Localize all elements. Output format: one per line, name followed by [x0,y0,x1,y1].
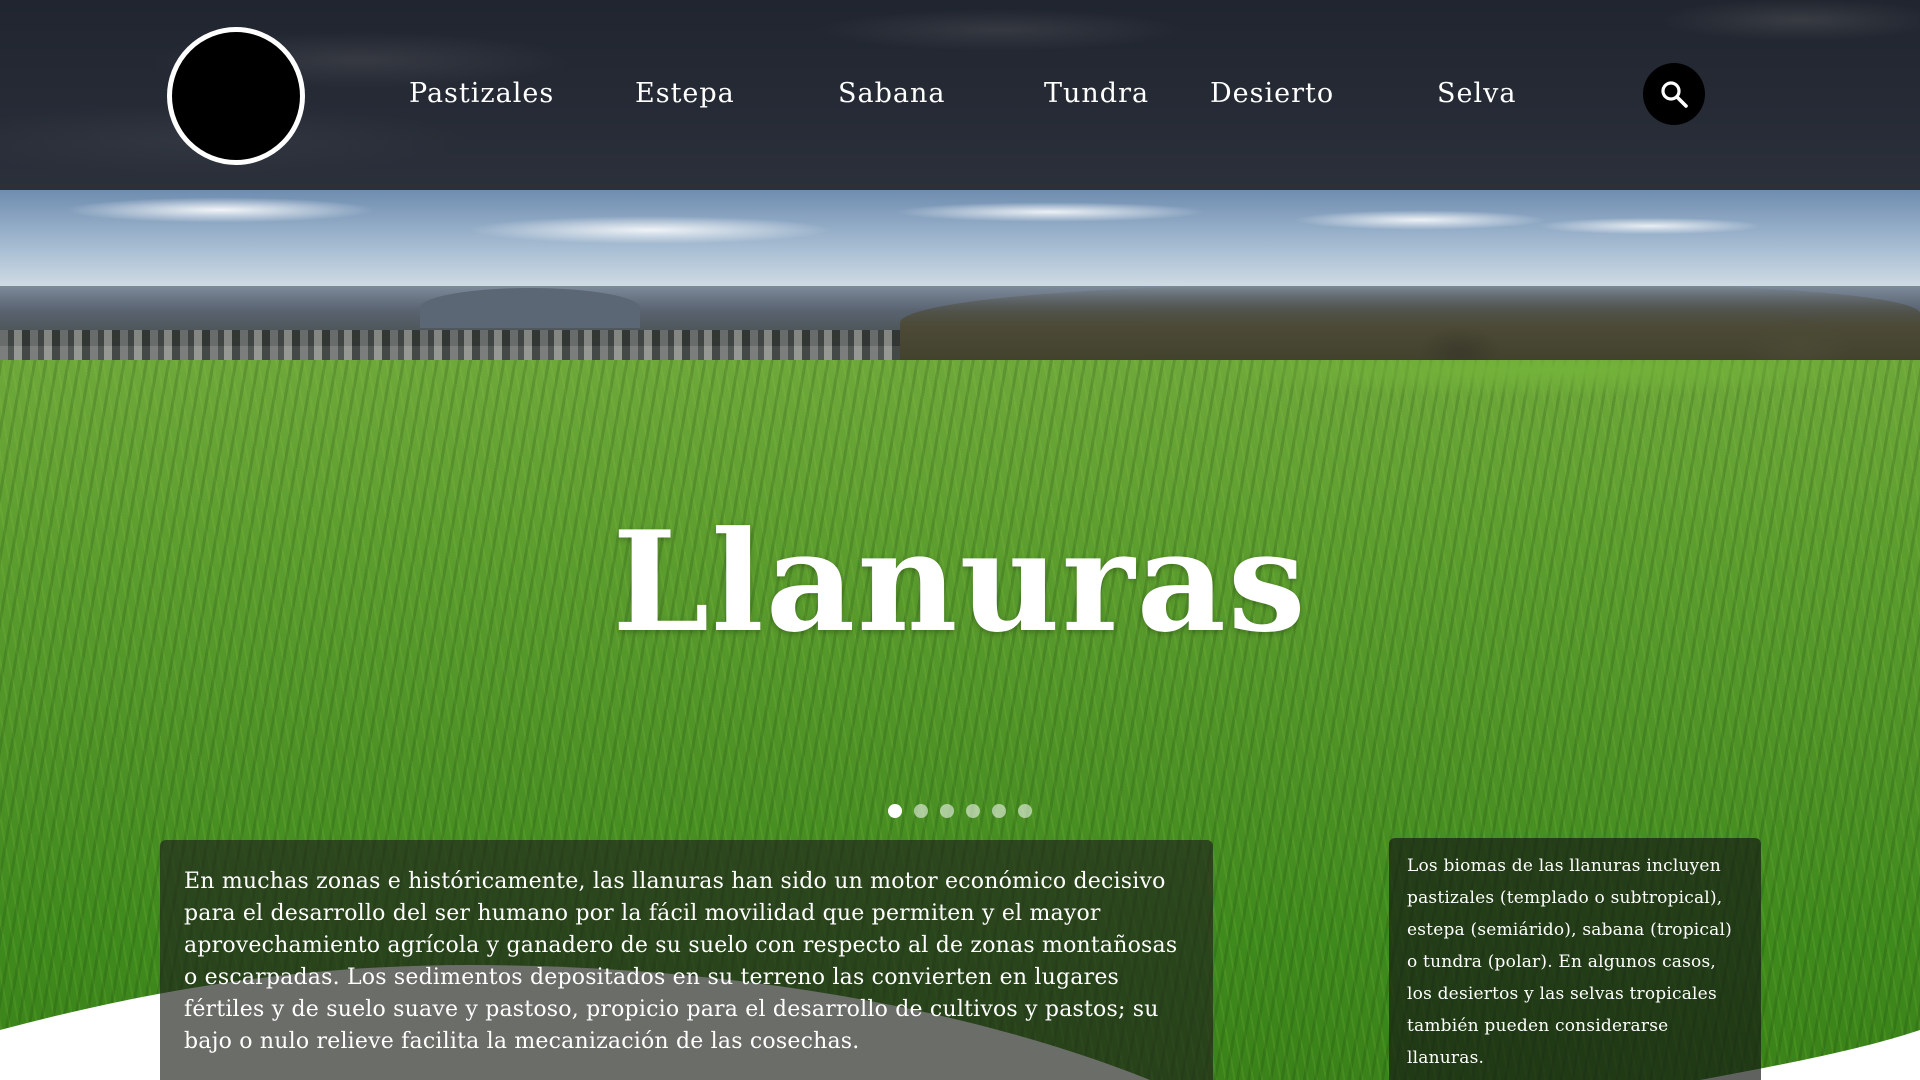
nav-item-selva[interactable]: Selva [1437,74,1516,114]
search-button[interactable] [1643,63,1705,125]
site-header: Pastizales Estepa Sabana Tundra Desierto… [0,0,1920,190]
info-panel-left: En muchas zonas e históricamente, las ll… [160,840,1213,1080]
page: Pastizales Estepa Sabana Tundra Desierto… [0,0,1920,1080]
info-panel-right: Los biomas de las llanuras incluyen past… [1389,838,1761,1080]
nav-item-pastizales[interactable]: Pastizales [409,74,554,114]
nav-item-tundra[interactable]: Tundra [1044,74,1149,114]
search-icon [1661,81,1688,108]
nav-item-sabana[interactable]: Sabana [838,74,945,114]
nav-item-estepa[interactable]: Estepa [635,74,735,114]
logo-icon[interactable] [167,27,305,165]
info-left-text: En muchas zonas e históricamente, las ll… [184,869,1178,1054]
info-right-text: Los biomas de las llanuras incluyen past… [1407,856,1732,1068]
nav-item-desierto[interactable]: Desierto [1210,74,1334,114]
